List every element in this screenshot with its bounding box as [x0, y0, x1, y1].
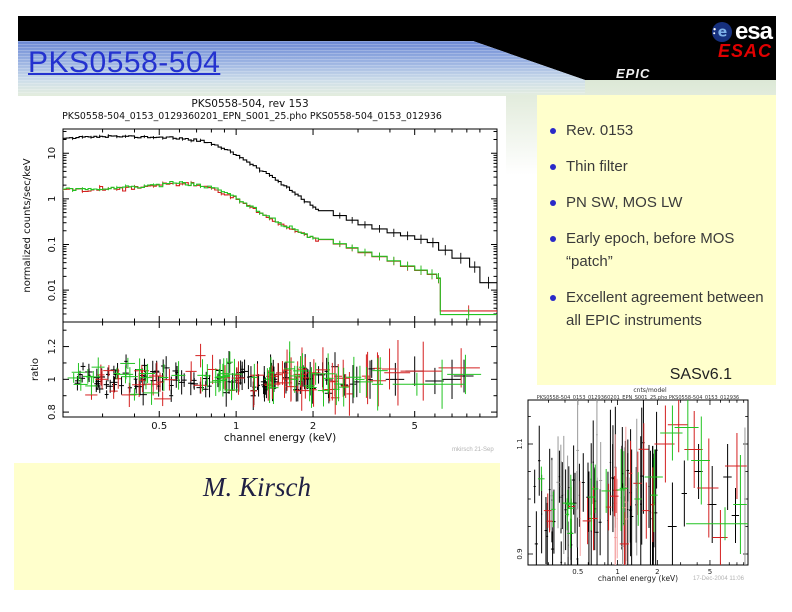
svg-text:e: e [718, 25, 728, 41]
bullet-text: Early epoch, before MOS “patch” [566, 227, 770, 273]
bullet-text: PN SW, MOS LW [566, 191, 682, 214]
bullet-item: Thin filter [550, 155, 770, 178]
svg-text:2: 2 [310, 421, 316, 432]
bullet-icon [550, 164, 556, 170]
notes-panel: Rev. 0153 Thin filter PN SW, MOS LW Earl… [537, 95, 776, 385]
svg-text:0.5: 0.5 [572, 568, 583, 576]
bullet-item: Early epoch, before MOS “patch” [550, 227, 770, 273]
esa-globe-icon: e [711, 21, 733, 43]
svg-text:1.1: 1.1 [516, 438, 524, 449]
svg-text:1: 1 [47, 376, 58, 382]
svg-text:0.9: 0.9 [516, 548, 524, 559]
svg-text:5: 5 [708, 568, 712, 576]
author-name: M. Kirsch [14, 472, 500, 503]
bullet-icon [550, 295, 556, 301]
svg-text:PKS0558-504_0153_0129360201_EP: PKS0558-504_0153_0129360201_EPN_S001_25.… [62, 111, 442, 122]
svg-text:5: 5 [412, 421, 418, 432]
svg-text:channel energy (keV): channel energy (keV) [598, 574, 678, 583]
ratio-chart: cnts/modelPKS0558-504_0153_0129360201_EP… [515, 385, 788, 595]
bullet-icon [550, 128, 556, 134]
svg-text:0.1: 0.1 [47, 237, 58, 253]
svg-text:cnts/model: cnts/model [633, 387, 667, 394]
svg-text:1: 1 [233, 421, 239, 432]
main-spectrum-plot: PKS0558-504, rev 153PKS0558-504_0153_012… [14, 96, 506, 462]
bullet-icon [550, 200, 556, 206]
svg-text:1.2: 1.2 [47, 339, 58, 355]
svg-text:normalized counts/sec/keV: normalized counts/sec/keV [22, 158, 33, 292]
svg-text:0.01: 0.01 [47, 279, 58, 301]
author-box: M. Kirsch [14, 463, 500, 590]
bullet-item: Excellent agreement between all EPIC ins… [550, 286, 770, 332]
esac-label: ESAC [711, 43, 772, 59]
svg-text:0.5: 0.5 [151, 421, 167, 432]
slide: PKS0558-504 e esa ESAC EPIC PKS0558-504,… [0, 0, 792, 612]
bullet-item: Rev. 0153 [550, 119, 770, 142]
svg-text:0.8: 0.8 [47, 404, 58, 420]
bullet-list: Rev. 0153 Thin filter PN SW, MOS LW Earl… [537, 95, 776, 332]
page-title-link[interactable]: PKS0558-504 [28, 46, 220, 80]
esa-logo: e esa ESAC [711, 21, 772, 59]
plot-date-stamp: mkirsch 21-Sep [452, 447, 494, 453]
svg-text:1: 1 [47, 196, 58, 202]
main-spectrum-chart: PKS0558-504, rev 153PKS0558-504_0153_012… [14, 96, 506, 462]
svg-text:ratio: ratio [30, 358, 41, 381]
esa-wordmark: esa [735, 21, 772, 43]
esa-logo-row: e esa [711, 21, 772, 43]
bullet-item: PN SW, MOS LW [550, 191, 770, 214]
svg-text:10: 10 [47, 147, 58, 160]
bullet-text: Rev. 0153 [566, 119, 633, 142]
epic-label: EPIC [616, 66, 650, 81]
ratio-plot: cnts/modelPKS0558-504_0153_0129360201_EP… [515, 385, 788, 595]
bullet-icon [550, 236, 556, 242]
bullet-text: Excellent agreement between all EPIC ins… [566, 286, 770, 332]
bullet-text: Thin filter [566, 155, 628, 178]
sas-version-label: SASv6.1 [670, 366, 732, 384]
header: PKS0558-504 e esa ESAC EPIC [18, 16, 776, 95]
svg-text:channel energy (keV): channel energy (keV) [224, 432, 336, 444]
svg-text:PKS0558-504, rev 153: PKS0558-504, rev 153 [191, 98, 308, 110]
plot-date-stamp: 17-Dec-2004 11:06 [693, 576, 744, 582]
